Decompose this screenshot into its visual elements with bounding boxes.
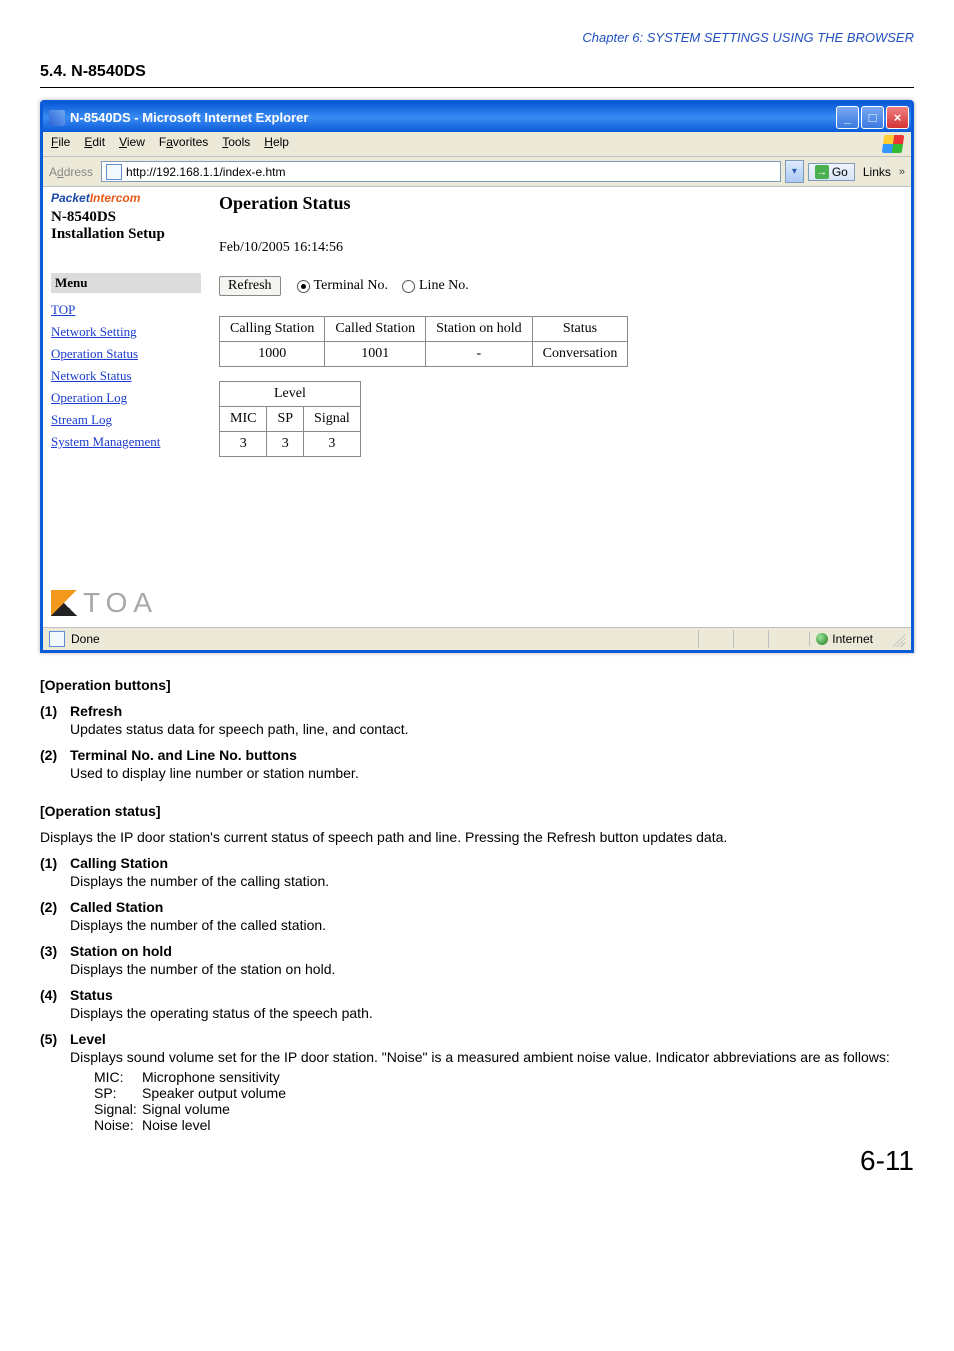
status-text: Done bbox=[71, 632, 100, 646]
minimize-button[interactable]: _ bbox=[836, 106, 859, 129]
go-button[interactable]: → Go bbox=[808, 163, 855, 181]
doc-item-station-on-hold: (3)Station on hold Displays the number o… bbox=[40, 943, 914, 977]
page-title: Operation Status bbox=[219, 193, 901, 214]
cell-hold: - bbox=[426, 342, 533, 367]
radio-line-label: Line No. bbox=[419, 278, 469, 294]
status-cell bbox=[733, 630, 768, 648]
table-header-row: Calling Station Called Station Station o… bbox=[220, 317, 628, 342]
col-signal: Signal bbox=[304, 407, 361, 432]
col-sp: SP bbox=[267, 407, 304, 432]
browser-window: N-8540DS - Microsoft Internet Explorer _… bbox=[40, 100, 914, 653]
cell-mic: 3 bbox=[220, 432, 267, 457]
menubar: File Edit View Favorites Tools Help bbox=[43, 132, 911, 157]
doc-item-terminal-line: (2)Terminal No. and Line No. buttons Use… bbox=[40, 747, 914, 781]
sidebar-item-network-setting[interactable]: Network Setting bbox=[51, 324, 201, 340]
sidebar-item-top[interactable]: TOP bbox=[51, 302, 201, 318]
cell-called: 1001 bbox=[325, 342, 426, 367]
sidebar: PacketIntercom N-8540DS Installation Set… bbox=[43, 187, 209, 627]
packet-intercom-logo: PacketIntercom bbox=[51, 191, 201, 205]
operation-status-heading: [Operation status] bbox=[40, 803, 914, 819]
timestamp: Feb/10/2005 16:14:56 bbox=[219, 240, 901, 256]
cell-signal: 3 bbox=[304, 432, 361, 457]
statusbar: Done Internet bbox=[43, 627, 911, 650]
cell-sp: 3 bbox=[267, 432, 304, 457]
cell-calling: 1000 bbox=[220, 342, 325, 367]
radio-dot-icon bbox=[402, 280, 415, 293]
table-row: 1000 1001 - Conversation bbox=[220, 342, 628, 367]
ie-icon bbox=[49, 110, 65, 126]
status-table: Calling Station Called Station Station o… bbox=[219, 316, 628, 367]
links-chevron-icon[interactable]: » bbox=[899, 166, 905, 178]
level-table: Level MIC SP Signal 3 3 3 bbox=[219, 381, 361, 457]
operation-status-intro: Displays the IP door station's current s… bbox=[40, 829, 914, 845]
go-arrow-icon: → bbox=[815, 165, 829, 179]
abbreviation-list: MIC:Microphone sensitivity SP:Speaker ou… bbox=[94, 1069, 914, 1133]
globe-icon bbox=[816, 633, 828, 645]
addressbar: Address http://192.168.1.1/index-e.htm ▾… bbox=[43, 157, 911, 187]
col-calling-station: Calling Station bbox=[220, 317, 325, 342]
menu-favorites[interactable]: Favorites bbox=[159, 135, 208, 153]
installation-setup-label: Installation Setup bbox=[51, 226, 201, 243]
number-type-radio-group: Terminal No. Line No. bbox=[297, 278, 469, 294]
sidebar-item-system-management[interactable]: System Management bbox=[51, 434, 201, 450]
table-header-row: MIC SP Signal bbox=[220, 407, 361, 432]
page-icon bbox=[106, 164, 122, 180]
titlebar: N-8540DS - Microsoft Internet Explorer _… bbox=[43, 103, 911, 132]
url-input[interactable]: http://192.168.1.1/index-e.htm bbox=[101, 161, 781, 182]
col-station-on-hold: Station on hold bbox=[426, 317, 533, 342]
address-label: Address bbox=[49, 165, 93, 179]
doc-item-status: (4)Status Displays the operating status … bbox=[40, 987, 914, 1021]
operation-buttons-heading: [Operation buttons] bbox=[40, 677, 914, 693]
menu-header: Menu bbox=[51, 273, 201, 293]
zone-label: Internet bbox=[832, 632, 873, 646]
menu-edit[interactable]: Edit bbox=[84, 135, 105, 153]
menu-file[interactable]: File bbox=[51, 135, 70, 153]
device-name: N-8540DS bbox=[51, 209, 201, 226]
chapter-header: Chapter 6: SYSTEM SETTINGS USING THE BRO… bbox=[40, 30, 914, 45]
col-status: Status bbox=[532, 317, 628, 342]
toa-mark-icon bbox=[51, 590, 77, 616]
maximize-button[interactable]: □ bbox=[861, 106, 884, 129]
document-body: [Operation buttons] (1)Refresh Updates s… bbox=[40, 677, 914, 1133]
refresh-button[interactable]: Refresh bbox=[219, 276, 281, 296]
radio-terminal-no[interactable]: Terminal No. bbox=[297, 278, 388, 294]
table-row: 3 3 3 bbox=[220, 432, 361, 457]
go-label: Go bbox=[832, 165, 848, 179]
col-mic: MIC bbox=[220, 407, 267, 432]
main-pane: Operation Status Feb/10/2005 16:14:56 Re… bbox=[209, 187, 911, 627]
zone-indicator: Internet bbox=[809, 632, 883, 646]
resize-grip-icon[interactable] bbox=[889, 631, 905, 647]
doc-item-calling-station: (1)Calling Station Displays the number o… bbox=[40, 855, 914, 889]
radio-terminal-label: Terminal No. bbox=[314, 278, 388, 294]
menu-tools[interactable]: Tools bbox=[222, 135, 250, 153]
sidebar-item-network-status[interactable]: Network Status bbox=[51, 368, 201, 384]
status-cell bbox=[768, 630, 803, 648]
close-button[interactable]: × bbox=[886, 106, 909, 129]
sidebar-item-stream-log[interactable]: Stream Log bbox=[51, 412, 201, 428]
sidebar-item-operation-status[interactable]: Operation Status bbox=[51, 346, 201, 362]
menu-view[interactable]: View bbox=[119, 135, 145, 153]
menu-help[interactable]: Help bbox=[264, 135, 289, 153]
col-called-station: Called Station bbox=[325, 317, 426, 342]
radio-dot-checked-icon bbox=[297, 280, 310, 293]
url-dropdown-button[interactable]: ▾ bbox=[785, 160, 804, 183]
section-title: 5.4. N-8540DS bbox=[40, 63, 914, 88]
status-cell bbox=[698, 630, 733, 648]
url-text: http://192.168.1.1/index-e.htm bbox=[126, 165, 285, 179]
page-number: 6-11 bbox=[40, 1145, 914, 1177]
cell-status: Conversation bbox=[532, 342, 628, 367]
doc-item-called-station: (2)Called Station Displays the number of… bbox=[40, 899, 914, 933]
links-label[interactable]: Links bbox=[863, 165, 891, 179]
radio-line-no[interactable]: Line No. bbox=[402, 278, 469, 294]
windows-flag-icon bbox=[882, 135, 905, 153]
doc-item-level: (5)Level Displays sound volume set for t… bbox=[40, 1031, 914, 1133]
done-icon bbox=[49, 631, 65, 647]
window-title: N-8540DS - Microsoft Internet Explorer bbox=[70, 110, 308, 125]
content-area: PacketIntercom N-8540DS Installation Set… bbox=[43, 187, 911, 627]
sidebar-item-operation-log[interactable]: Operation Log bbox=[51, 390, 201, 406]
doc-item-refresh: (1)Refresh Updates status data for speec… bbox=[40, 703, 914, 737]
toa-logo: TOA bbox=[51, 497, 201, 619]
level-group-header: Level bbox=[220, 382, 361, 407]
